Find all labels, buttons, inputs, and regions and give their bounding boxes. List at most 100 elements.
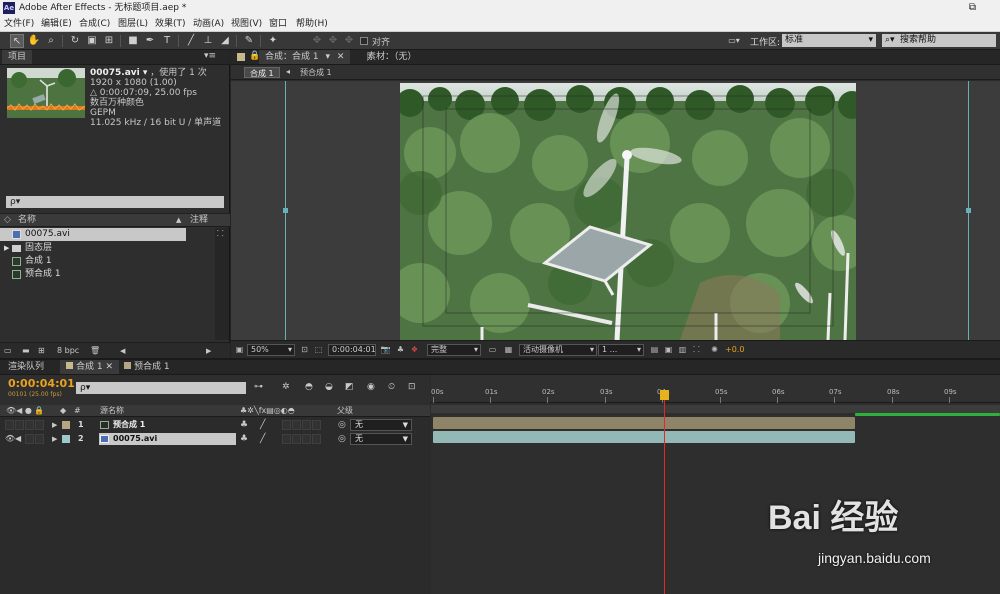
av-features-icon[interactable]: 👁◀ ● 🔒: [6, 405, 44, 417]
rectangle-tool-icon[interactable]: ■: [126, 34, 140, 48]
flowchart-icon[interactable]: ⸬: [691, 344, 702, 356]
composition-viewer[interactable]: [231, 81, 1000, 340]
work-area-bar[interactable]: [431, 405, 1000, 413]
switch-box[interactable]: [302, 420, 311, 430]
layer-label-color[interactable]: [62, 435, 70, 443]
live-update-icon[interactable]: ✲: [282, 382, 290, 392]
restore-window-icon[interactable]: ⧉: [969, 2, 976, 13]
layer-handle[interactable]: [966, 208, 971, 213]
switch-box[interactable]: [292, 434, 301, 444]
layer-label-color[interactable]: [62, 421, 70, 429]
lock-switch[interactable]: [35, 420, 44, 430]
view-axis-icon[interactable]: ✥: [342, 34, 356, 48]
pickwhip-icon[interactable]: ◎: [338, 432, 346, 446]
magnification-select[interactable]: 50% ▾: [247, 344, 295, 356]
tab-precomp-1[interactable]: 预合成 1: [118, 360, 176, 374]
switch-box[interactable]: [282, 434, 291, 444]
menu-help[interactable]: 帮助(H): [296, 17, 328, 31]
crumb-comp[interactable]: 合成 1: [244, 67, 280, 78]
brush-tool-icon[interactable]: ╱: [184, 34, 198, 48]
layer-bar-precomp[interactable]: [433, 417, 855, 429]
switches-icon[interactable]: ♣✲╲fx▤◎◐◓: [240, 405, 295, 417]
project-item-comp[interactable]: 合成 1: [0, 255, 214, 268]
tab-composition[interactable]: 合成：合成 1 ▾ ✕: [259, 50, 351, 64]
layer-bar-footage[interactable]: [433, 431, 855, 443]
channel-rgb-icon[interactable]: ❖: [409, 344, 420, 356]
roto-brush-tool-icon[interactable]: ✎: [242, 34, 256, 48]
menu-composition[interactable]: 合成(C): [79, 17, 110, 31]
audio-speaker-icon[interactable]: ◀: [15, 432, 21, 446]
axis-mode-icon[interactable]: ✥: [310, 34, 324, 48]
layer-row[interactable]: ▶ 1 预合成 1 ♣ ╱ ◎ 无 ▼: [0, 418, 430, 432]
menu-view[interactable]: 视图(V): [231, 17, 262, 31]
motion-blur-icon[interactable]: ◉: [367, 382, 375, 392]
switch-box[interactable]: [282, 420, 291, 430]
show-snapshot-icon[interactable]: ♣: [395, 344, 406, 356]
parent-select[interactable]: 无 ▼: [350, 433, 412, 445]
chevron-down-icon[interactable]: ▾: [325, 52, 330, 62]
video-switch[interactable]: [5, 420, 14, 430]
footage-name[interactable]: 00075.avi ▾: [90, 68, 147, 78]
layer-name[interactable]: 00075.avi: [99, 433, 236, 445]
expand-arrow-icon[interactable]: ▶: [4, 242, 9, 255]
project-item-footage[interactable]: 00075.avi: [0, 228, 186, 241]
exposure-icon[interactable]: ✺: [709, 344, 720, 356]
puppet-pin-tool-icon[interactable]: ✦: [266, 34, 280, 48]
selection-tool-icon[interactable]: ↖: [10, 34, 24, 48]
solo-switch[interactable]: [25, 420, 34, 430]
shy-switch-icon[interactable]: ♣: [240, 432, 248, 446]
trash-icon[interactable]: 🗑: [90, 343, 100, 359]
timeline-icon[interactable]: ▥: [677, 344, 688, 356]
timeline-timecode[interactable]: 0:00:04:01: [8, 377, 75, 390]
view-layout-select[interactable]: 1 ... ▾: [598, 344, 644, 356]
project-item-folder[interactable]: ▶ 固态层: [0, 242, 214, 255]
exposure-value[interactable]: +0.0: [725, 345, 744, 354]
quality-switch-icon[interactable]: ╱: [260, 418, 265, 432]
flowchart-icon[interactable]: ⸬: [217, 228, 224, 239]
toggle-pixel-aspect-icon[interactable]: ▤: [649, 344, 660, 356]
menu-window[interactable]: 窗口: [269, 17, 287, 31]
fast-previews-icon[interactable]: ▣: [663, 344, 674, 356]
pen-tool-icon[interactable]: ✒: [143, 34, 157, 48]
world-axis-icon[interactable]: ✥: [326, 34, 340, 48]
project-scrollbar[interactable]: ⸬: [215, 228, 229, 340]
layer-row[interactable]: 👁 ◀ ▶ 2 00075.avi ♣ ╱ ◎ 无 ▼: [0, 432, 430, 446]
menu-edit[interactable]: 编辑(E): [41, 17, 72, 31]
clone-stamp-tool-icon[interactable]: ⊥: [201, 34, 215, 48]
always-preview-icon[interactable]: ▣: [234, 344, 245, 356]
new-comp-icon[interactable]: ⊞: [38, 343, 45, 359]
expand-arrow-icon[interactable]: ▶: [52, 418, 57, 432]
layer-handle[interactable]: [283, 208, 288, 213]
menu-effect[interactable]: 效果(T): [155, 17, 186, 31]
workspace-icon[interactable]: ▭▾: [724, 34, 744, 48]
region-of-interest-icon[interactable]: ▭: [487, 344, 498, 356]
resolution-select[interactable]: 完整 ▾: [427, 344, 481, 356]
camera-tool-icon[interactable]: ▣: [85, 34, 99, 48]
sort-up-icon[interactable]: ▲: [176, 214, 181, 227]
quality-switch-icon[interactable]: ╱: [260, 432, 265, 446]
close-icon[interactable]: ✕: [337, 52, 345, 62]
scroll-right-icon[interactable]: ▶: [206, 343, 211, 359]
pickwhip-icon[interactable]: ◎: [338, 418, 346, 432]
solo-switch[interactable]: [25, 434, 34, 444]
workspace-select[interactable]: 标准 ▾: [782, 34, 876, 47]
rotate-tool-icon[interactable]: ↻: [68, 34, 82, 48]
project-item-precomp[interactable]: 预合成 1: [0, 268, 214, 281]
switch-box[interactable]: [312, 434, 321, 444]
switch-box[interactable]: [292, 420, 301, 430]
comp-mini-flowchart-icon[interactable]: ⊶: [254, 382, 263, 392]
video-eye-icon[interactable]: 👁: [5, 432, 15, 446]
zoom-tool-icon[interactable]: ⌕: [44, 34, 58, 48]
shy-switch-icon[interactable]: ♣: [240, 418, 248, 432]
expand-arrow-icon[interactable]: ▶: [52, 432, 57, 446]
hand-tool-icon[interactable]: ✋: [27, 34, 41, 48]
shy-layers-icon[interactable]: ◒: [325, 382, 333, 392]
time-ruler[interactable]: 00s 01s 02s 03s 04s 05s 06s 07s 08s 09s: [431, 375, 1000, 403]
menu-file[interactable]: 文件(F): [4, 17, 34, 31]
crumb-precomp[interactable]: 预合成 1: [295, 67, 337, 78]
comment-column-header[interactable]: 注释: [190, 214, 208, 227]
type-tool-icon[interactable]: T: [160, 34, 174, 48]
switch-box[interactable]: [312, 420, 321, 430]
switch-box[interactable]: [302, 434, 311, 444]
brainstorm-icon[interactable]: ⊡: [408, 382, 416, 392]
